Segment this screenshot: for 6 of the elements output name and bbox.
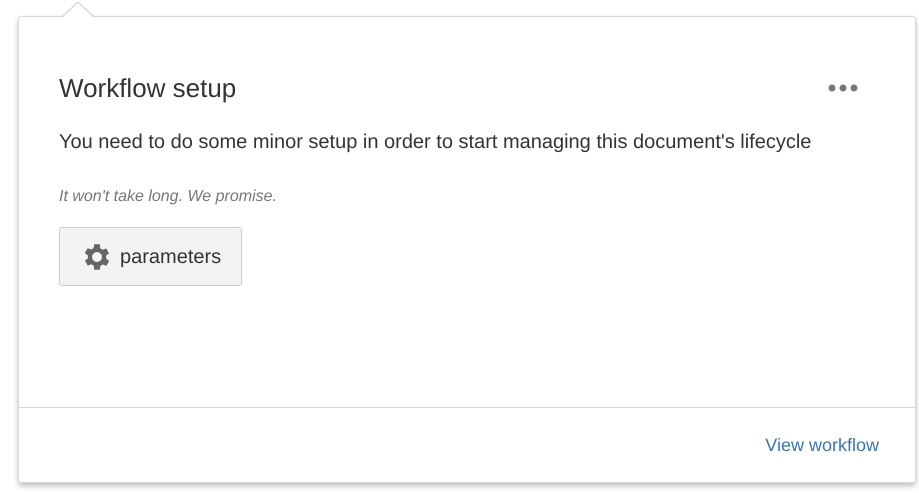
setup-message: You need to do some minor setup in order to start managing this document's lifecycle: [59, 130, 812, 155]
more-icon[interactable]: [828, 84, 858, 92]
view-workflow-link[interactable]: View workflow: [765, 432, 879, 458]
card-title: Workflow setup: [59, 72, 236, 105]
note-text: It won't take long. We promise.: [59, 187, 278, 207]
parameters-button[interactable]: parameters: [59, 227, 242, 286]
